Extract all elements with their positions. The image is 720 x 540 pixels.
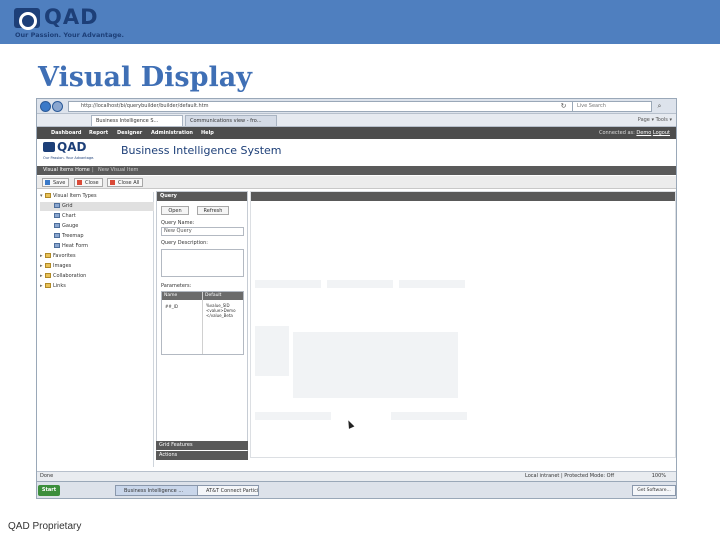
browser-tab-bar: Business Intelligence S... Communication… <box>37 114 676 127</box>
slide-footer: QAD Proprietary <box>8 521 82 532</box>
menu-designer[interactable]: Designer <box>117 127 142 139</box>
tree-folder-images[interactable]: ▸ Images <box>40 262 154 271</box>
qad-logo-text: QAD <box>44 5 99 29</box>
menu-report[interactable]: Report <box>89 127 108 139</box>
save-button[interactable]: Save <box>42 178 70 187</box>
close-button[interactable]: Close <box>74 178 103 187</box>
tree-folder-links[interactable]: ▸ Links <box>40 282 154 291</box>
grid-features-section[interactable]: Grid Features <box>156 441 248 450</box>
query-description-input[interactable] <box>161 249 244 277</box>
tree-root-visual-item-types[interactable]: ▾ Visual Item Types <box>40 192 154 201</box>
tree-item-gauge[interactable]: Gauge <box>40 222 154 231</box>
breadcrumb-visual-items-home[interactable]: Visual Items Home <box>43 166 90 175</box>
grid-icon <box>54 203 60 208</box>
query-description-label: Query Description: <box>161 240 208 246</box>
close-all-button[interactable]: Close All <box>107 178 144 187</box>
app-logo-text: QAD <box>57 140 87 154</box>
windows-taskbar: Start Business Intelligence ... AT&T Con… <box>37 481 676 498</box>
tree-item-heat-form[interactable]: Heat Form <box>40 242 154 251</box>
connected-user-link[interactable]: Demo <box>636 130 651 136</box>
start-button[interactable]: Start <box>38 485 60 496</box>
actions-section[interactable]: Actions <box>156 451 248 460</box>
query-panel-header: Query <box>157 192 247 201</box>
qad-logo-icon <box>14 8 40 30</box>
tab-business-intelligence[interactable]: Business Intelligence S... <box>91 115 183 126</box>
gauge-icon <box>54 223 60 228</box>
canvas-placeholder <box>391 412 467 420</box>
connected-label: Connected as: <box>598 130 635 136</box>
browser-screenshot: http://localhost/bi/querybuilder/builder… <box>36 98 677 499</box>
canvas-placeholder <box>255 280 321 288</box>
param-column-divider <box>202 292 203 354</box>
visual-item-tree: ▾ Visual Item Types Grid Chart Gauge Tree… <box>40 192 154 467</box>
tree-item-grid[interactable]: Grid <box>40 202 154 211</box>
treemap-icon <box>54 233 60 238</box>
canvas-placeholder <box>255 326 289 376</box>
param-default-cell[interactable]: %value_SID <value>Demo </value_Beta <box>206 303 236 318</box>
canvas-placeholder <box>327 280 393 288</box>
query-name-label: Query Name: <box>161 220 195 226</box>
browser-navigation-bar: http://localhost/bi/querybuilder/builder… <box>37 99 676 114</box>
canvas-placeholder <box>293 332 458 398</box>
folder-icon <box>45 193 51 198</box>
canvas-placeholder <box>399 280 465 288</box>
refresh-query-button[interactable]: Refresh <box>197 206 229 215</box>
tab-communications[interactable]: Communications view - fro... <box>185 115 277 126</box>
browser-status-bar: Done Local intranet | Protected Mode: Of… <box>37 471 676 481</box>
canvas-placeholder <box>255 412 331 420</box>
query-name-input[interactable]: New Query <box>161 227 244 236</box>
menu-administration[interactable]: Administration <box>151 127 193 139</box>
parameters-table[interactable]: Name Default ##_ID %value_SID <value>Dem… <box>161 291 244 355</box>
param-name-cell[interactable]: ##_ID <box>165 304 178 309</box>
tree-item-chart[interactable]: Chart <box>40 212 154 221</box>
folder-icon <box>45 253 51 258</box>
app-header: QAD Our Passion. Your Advantage. Busines… <box>37 139 676 165</box>
address-bar[interactable]: http://localhost/bi/querybuilder/builder… <box>68 101 573 112</box>
logout-link[interactable]: Logout <box>653 130 670 136</box>
qad-tagline: Our Passion. Your Advantage. <box>15 31 125 39</box>
app-toolbar: Save Close Close All <box>37 176 676 189</box>
tree-folder-collaboration[interactable]: ▸ Collaboration <box>40 272 154 281</box>
open-query-button[interactable]: Open <box>161 206 189 215</box>
presentation-slide: QAD Our Passion. Your Advantage. Visual … <box>0 0 720 540</box>
tree-item-treemap[interactable]: Treemap <box>40 232 154 241</box>
folder-icon <box>45 263 51 268</box>
param-header-name: Name <box>162 292 202 300</box>
security-zone: Local intranet | Protected Mode: Off <box>525 473 615 479</box>
tab-tools-menu[interactable]: Page ▾ Tools ▾ <box>638 116 672 125</box>
app-menu-bar: Dashboard Report Designer Administration… <box>37 127 676 139</box>
slide-title: Visual Display <box>38 62 252 93</box>
parameters-label: Parameters: <box>161 283 192 289</box>
breadcrumb: Visual Items Home | New Visual Item <box>37 166 676 175</box>
search-icon[interactable]: ⌕ <box>655 102 664 111</box>
query-panel: Query Open Refresh Query Name: New Query… <box>156 191 248 459</box>
app-logo-tagline: Our Passion. Your Advantage. <box>43 156 95 160</box>
tree-folder-favorites[interactable]: ▸ Favorites <box>40 252 154 261</box>
app-logo-icon <box>43 142 55 152</box>
back-icon[interactable] <box>40 101 51 112</box>
param-header-default: Default <box>203 292 243 300</box>
status-text: Done <box>40 473 54 479</box>
menu-help[interactable]: Help <box>201 127 214 139</box>
zoom-level[interactable]: 100% <box>652 472 666 481</box>
task-att-connect[interactable]: AT&T Connect Participan... <box>197 485 259 496</box>
search-input[interactable]: Live Search <box>572 101 652 112</box>
app-title: Business Intelligence System <box>121 144 282 157</box>
canvas-header <box>251 192 675 201</box>
slide-header-bar: QAD Our Passion. Your Advantage. <box>0 0 720 44</box>
breadcrumb-new-visual-item[interactable]: New Visual Item <box>98 166 138 175</box>
visual-item-canvas[interactable] <box>250 191 676 458</box>
heat-form-icon <box>54 243 60 248</box>
folder-icon <box>45 283 51 288</box>
menu-dashboard[interactable]: Dashboard <box>51 127 82 139</box>
mouse-cursor-icon <box>345 419 355 429</box>
chart-icon <box>54 213 60 218</box>
forward-icon[interactable] <box>52 101 63 112</box>
refresh-icon[interactable]: ↻ <box>559 102 568 111</box>
breadcrumb-separator: | <box>92 167 94 173</box>
tray-get-software[interactable]: Get Software... <box>632 485 676 496</box>
connected-status: Connected as: Demo Logout <box>599 127 670 139</box>
folder-icon <box>45 273 51 278</box>
